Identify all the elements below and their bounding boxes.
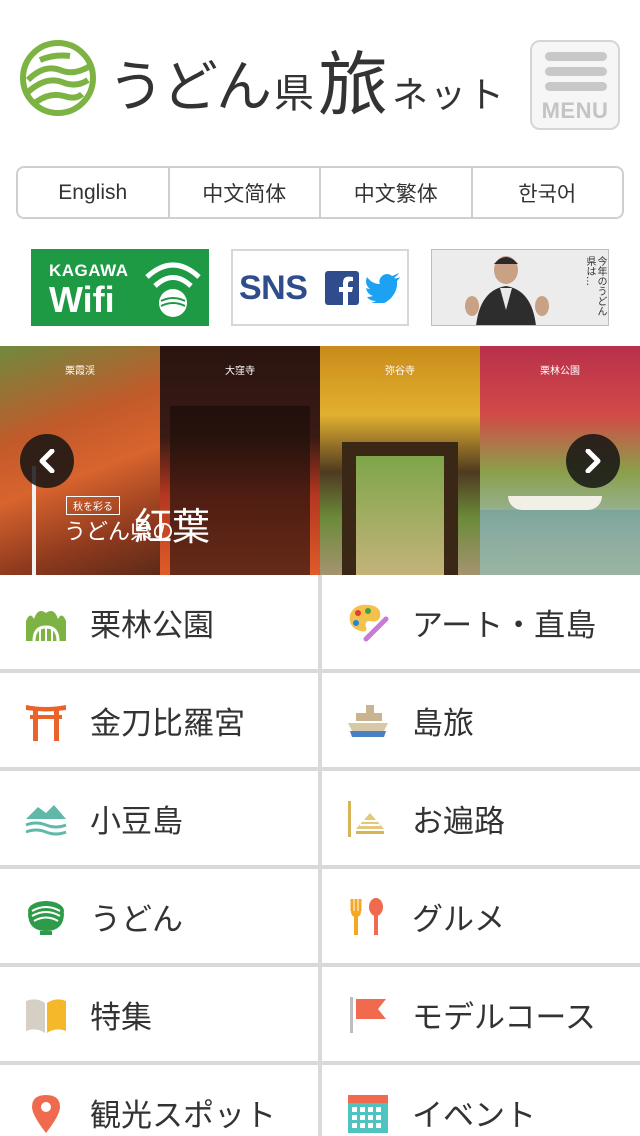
menu-item-udon[interactable]: うどん (0, 869, 318, 963)
twitter-icon (365, 273, 400, 303)
flag-icon (350, 997, 386, 1033)
facebook-icon (325, 271, 359, 305)
hamburger-bar (545, 67, 607, 76)
promo-banner[interactable]: 今年のうどん県は… (431, 249, 609, 326)
menu-item-tokushu[interactable]: 特集 (0, 967, 318, 1061)
udon-bowl-icon (28, 901, 64, 935)
pond-image (480, 510, 640, 575)
slide-iyadaniji[interactable]: 弥谷寺 (320, 346, 480, 575)
promo-banner-text: 今年のうどん県は… (584, 256, 606, 316)
hamburger-icon (545, 52, 607, 61)
slide-caption: 栗林公園 (540, 366, 580, 377)
menu-item-label: グルメ (412, 901, 505, 938)
sns-banner[interactable]: SNS (231, 249, 409, 326)
udon-logo-icon[interactable] (20, 40, 96, 116)
menu-item-label: アート・直島 (412, 607, 597, 644)
menu-item-art-naoshima[interactable]: アート・直島 (322, 575, 640, 669)
sns-banner-text: SNS (239, 269, 308, 307)
menu-item-label: うどん (90, 901, 183, 938)
menu-item-label: 金刀比羅宮 (90, 705, 245, 742)
kagawa-wifi-banner[interactable]: KAGAWA Wifi (31, 249, 209, 326)
slider-prev-button[interactable] (20, 434, 74, 488)
menu-item-label: イベント (412, 1097, 536, 1134)
chevron-right-icon (585, 449, 601, 473)
map-pin-icon (32, 1095, 60, 1133)
lang-korean[interactable]: 한국어 (470, 168, 623, 217)
ferry-ship-icon (348, 705, 388, 737)
language-selector: English 中文简体 中文繁体 한국어 (16, 166, 624, 219)
spokesperson-image (465, 256, 549, 325)
island-waves-icon (25, 805, 67, 836)
hamburger-bar (545, 82, 607, 91)
menu-item-label: 観光スポット (90, 1097, 276, 1134)
torii-gate-icon (26, 705, 66, 741)
site-title-net: ネット (392, 75, 507, 116)
lang-chinese-simplified[interactable]: 中文简体 (167, 168, 320, 217)
menu-item-spots[interactable]: 観光スポット (0, 1065, 318, 1136)
menu-item-label: お遍路 (412, 803, 505, 840)
menu-item-kotohiragu[interactable]: 金刀比羅宮 (0, 673, 318, 767)
menu-button[interactable]: MENU (530, 40, 620, 130)
site-title-ken: 県 (274, 71, 314, 117)
wifi-signal-icon (145, 262, 201, 317)
site-header: うどん 県 旅 ネット MENU (0, 0, 640, 160)
menu-button-label: MENU (541, 98, 609, 123)
slider-next-button[interactable] (566, 434, 620, 488)
site-title-udon: うどん (108, 55, 272, 120)
site-title[interactable]: うどん 県 旅 ネット (108, 36, 507, 120)
menu-item-ritsurin[interactable]: 栗林公園 (0, 575, 318, 669)
menu-item-gourmet[interactable]: グルメ (322, 869, 640, 963)
slider-title-big: 紅葉 (134, 505, 211, 549)
wifi-banner-line2: Wifi (49, 279, 115, 320)
wifi-banner-line1: KAGAWA (49, 261, 129, 280)
lang-english[interactable]: English (18, 168, 168, 217)
menu-item-events[interactable]: イベント (322, 1065, 640, 1136)
art-palette-icon (349, 604, 389, 642)
menu-item-label: 特集 (90, 999, 152, 1036)
menu-item-ohenro[interactable]: お遍路 (322, 771, 640, 865)
temple-gate-image (342, 442, 458, 575)
menu-item-model-course[interactable]: モデルコース (322, 967, 640, 1061)
boat-image (508, 496, 602, 510)
menu-item-label: 島旅 (412, 705, 474, 742)
menu-item-label: モデルコース (412, 999, 596, 1036)
site-title-tabi: 旅 (318, 44, 388, 126)
slide-caption: 栗霞渓 (65, 366, 95, 377)
slide-caption: 大窪寺 (225, 366, 255, 377)
calendar-icon (348, 1095, 388, 1133)
ritsurin-park-icon (26, 611, 66, 642)
menu-item-shodoshima[interactable]: 小豆島 (0, 771, 318, 865)
menu-item-label: 栗林公園 (90, 607, 214, 644)
chevron-left-icon (39, 449, 55, 473)
slider-title-small: 秋を彩る (66, 496, 120, 515)
menu-item-shima-tabi[interactable]: 島旅 (322, 673, 640, 767)
lang-chinese-traditional[interactable]: 中文繁体 (319, 168, 471, 217)
fork-spoon-icon (350, 898, 383, 935)
pilgrim-hat-icon (348, 801, 384, 837)
open-book-icon (26, 999, 66, 1033)
slide-caption: 弥谷寺 (385, 366, 415, 377)
menu-item-label: 小豆島 (90, 803, 183, 840)
